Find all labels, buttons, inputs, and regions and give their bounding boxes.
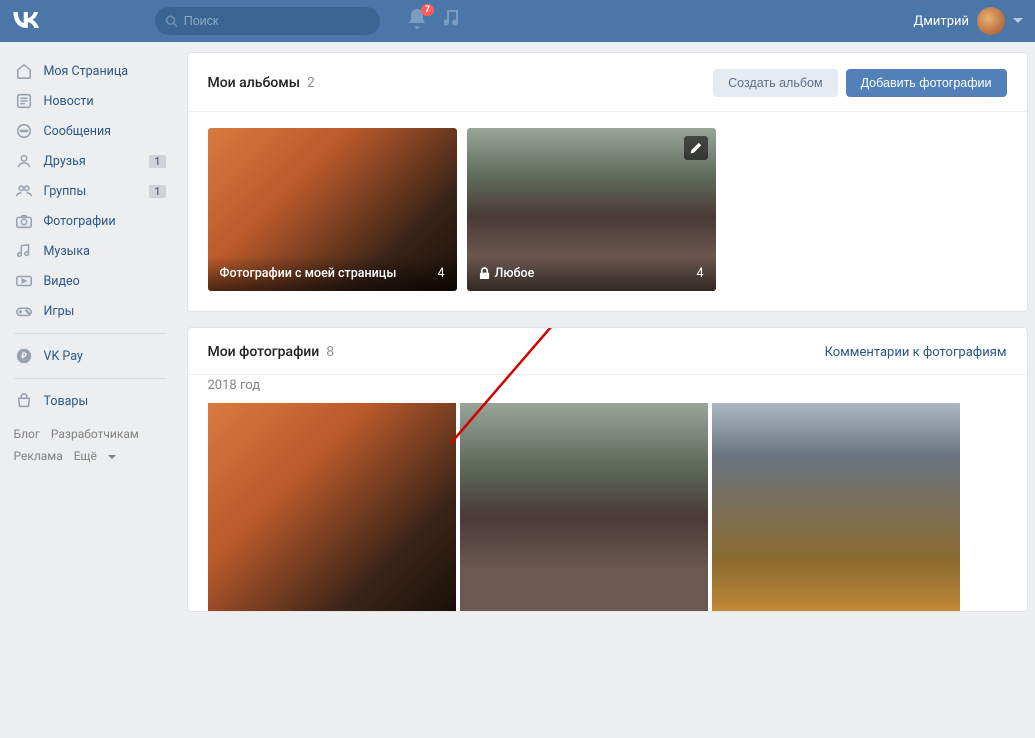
nav-label: Игры <box>44 304 75 319</box>
nav-label: Видео <box>44 274 80 289</box>
photo-thumb[interactable] <box>712 403 960 611</box>
footer-blog[interactable]: Блог <box>14 427 40 441</box>
nav-label: Новости <box>44 94 94 109</box>
nav-label: Группы <box>44 184 87 199</box>
photo-thumb[interactable] <box>460 403 708 611</box>
album-title: Любое <box>495 266 535 281</box>
nav-separator <box>14 333 166 334</box>
album-item[interactable]: Фотографии с моей страницы 4 <box>208 128 457 291</box>
search-icon <box>165 14 178 28</box>
pencil-icon <box>689 142 702 155</box>
nav-my-page[interactable]: Моя Страница <box>8 56 172 86</box>
svg-text:₽: ₽ <box>21 351 27 361</box>
photos-panel: Мои фотографии 8 Комментарии к фотографи… <box>187 327 1028 612</box>
year-label: 2018 год <box>188 375 1027 403</box>
video-icon <box>14 271 34 291</box>
photo-thumb[interactable] <box>208 403 456 611</box>
nav-badge: 1 <box>149 185 165 198</box>
nav-groups[interactable]: Группы 1 <box>8 176 172 206</box>
groups-icon <box>14 181 34 201</box>
albums-title: Мои альбомы <box>208 75 301 91</box>
lock-icon <box>479 267 490 280</box>
albums-count: 2 <box>307 75 315 91</box>
search-input[interactable] <box>184 14 370 28</box>
market-icon <box>14 391 34 411</box>
messages-icon <box>14 121 34 141</box>
add-photos-button[interactable]: Добавить фотографии <box>846 69 1007 97</box>
nav-label: Фотографии <box>44 214 116 229</box>
games-icon <box>14 301 34 321</box>
edit-album-button[interactable] <box>684 136 708 160</box>
search-box[interactable] <box>155 7 380 35</box>
album-count: 4 <box>696 266 703 281</box>
notifications-icon[interactable]: 7 <box>408 9 426 33</box>
nav-news[interactable]: Новости <box>8 86 172 116</box>
friends-icon <box>14 151 34 171</box>
nav-friends[interactable]: Друзья 1 <box>8 146 172 176</box>
nav-label: Товары <box>44 394 89 409</box>
vk-logo[interactable] <box>12 9 40 33</box>
footer-more[interactable]: Ещё <box>74 449 116 463</box>
comments-link[interactable]: Комментарии к фотографиям <box>825 345 1007 360</box>
nav-label: Моя Страница <box>44 64 129 79</box>
nav-messages[interactable]: Сообщения <box>8 116 172 146</box>
music-icon <box>14 241 34 261</box>
avatar <box>977 7 1005 35</box>
nav-separator <box>14 378 166 379</box>
camera-icon <box>14 211 34 231</box>
album-title: Фотографии с моей страницы <box>220 266 397 281</box>
pay-icon: ₽ <box>14 346 34 366</box>
nav-badge: 1 <box>149 155 165 168</box>
photos-title: Мои фотографии <box>208 344 320 360</box>
username: Дмитрий <box>914 14 969 29</box>
footer-developers[interactable]: Разработчикам <box>51 427 139 441</box>
notif-badge: 7 <box>421 4 434 16</box>
footer-links: Блог Разработчикам Реклама Ещё <box>8 416 172 475</box>
nav-music[interactable]: Музыка <box>8 236 172 266</box>
album-item[interactable]: Любое 4 <box>467 128 716 291</box>
nav-games[interactable]: Игры <box>8 296 172 326</box>
nav-market[interactable]: Товары <box>8 386 172 416</box>
album-count: 4 <box>437 266 444 281</box>
user-menu[interactable]: Дмитрий <box>914 7 1023 35</box>
nav-label: VK Pay <box>44 349 83 364</box>
music-header-icon[interactable] <box>444 10 460 32</box>
nav-photos[interactable]: Фотографии <box>8 206 172 236</box>
news-icon <box>14 91 34 111</box>
nav-vkpay[interactable]: ₽ VK Pay <box>8 341 172 371</box>
nav-label: Друзья <box>44 154 86 169</box>
albums-panel: Мои альбомы 2 Создать альбом Добавить фо… <box>187 52 1028 312</box>
home-icon <box>14 61 34 81</box>
photos-count: 8 <box>326 344 334 360</box>
create-album-button[interactable]: Создать альбом <box>713 69 837 97</box>
nav-video[interactable]: Видео <box>8 266 172 296</box>
nav-label: Музыка <box>44 244 90 259</box>
chevron-down-icon <box>1013 18 1023 24</box>
footer-ads[interactable]: Реклама <box>14 449 63 463</box>
nav-label: Сообщения <box>44 124 112 139</box>
